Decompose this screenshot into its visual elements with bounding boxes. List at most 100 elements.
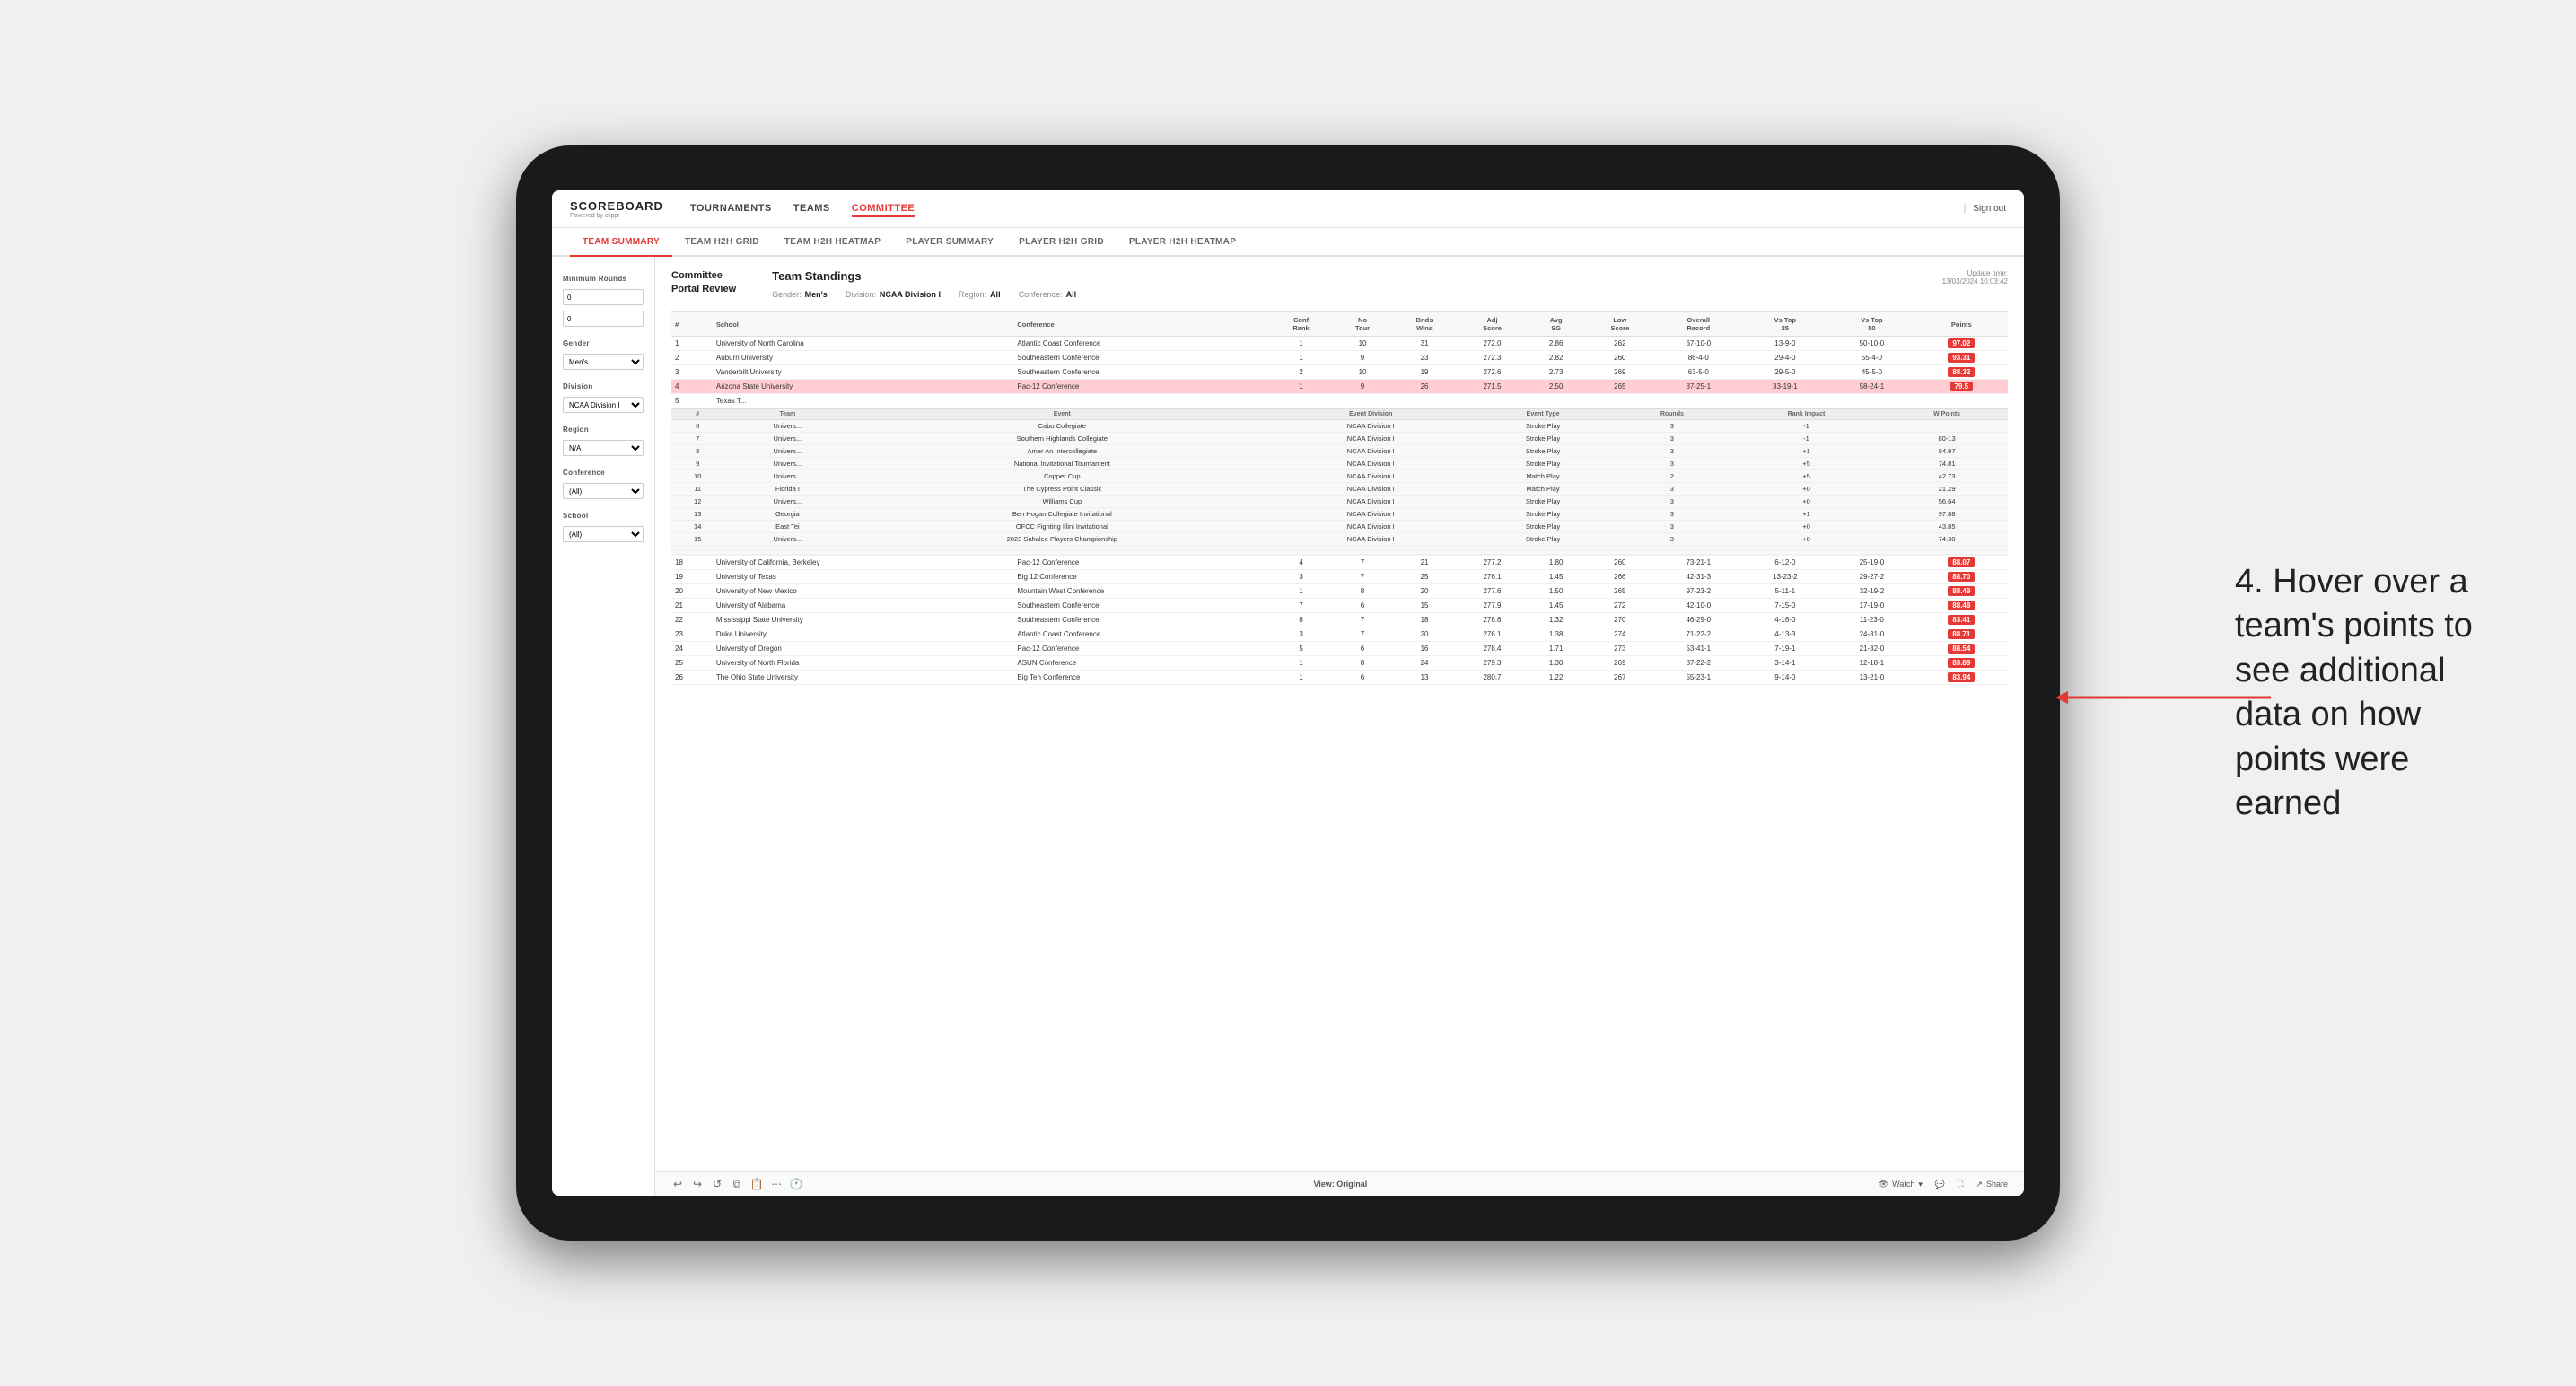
inner-row[interactable]: 12 Univers... Williams Cup NCAA Division…	[671, 496, 2008, 508]
filter-conference: Conference: All	[1019, 290, 1077, 299]
table-row[interactable]: 22 Mississippi State University Southeas…	[671, 613, 2008, 627]
nav-teams[interactable]: TEAMS	[793, 201, 830, 217]
inner-row[interactable]: 8 Univers... Amer An Intercollegiate NCA…	[671, 445, 2008, 458]
table-row[interactable]: 2 Auburn University Southeastern Confere…	[671, 351, 2008, 365]
comment-button[interactable]: 💬	[1935, 1180, 1945, 1189]
watch-button[interactable]: 👁 Watch ▾	[1879, 1180, 1923, 1189]
clock-icon[interactable]: 🕐	[790, 1178, 802, 1190]
tab-player-summary[interactable]: PLAYER SUMMARY	[893, 228, 1006, 257]
bottom-toolbar: ↩ ↪ ↺ ⧉ 📋 ⋯ 🕐 View: Original 👁 Watch ▾	[655, 1171, 2024, 1196]
col-avg-sg: AvgSG	[1528, 312, 1585, 337]
table-row[interactable]: 26 The Ohio State University Big Ten Con…	[671, 671, 2008, 685]
col-bnds-wins: BndsWins	[1392, 312, 1458, 337]
conference-label: Conference	[563, 469, 644, 477]
col-points: Points	[1915, 312, 2008, 337]
points-cell[interactable]: 97.02	[1915, 337, 2008, 351]
school-label: School	[563, 512, 644, 520]
col-low-score: LowScore	[1585, 312, 1655, 337]
toolbar-left: ↩ ↪ ↺ ⧉ 📋 ⋯ 🕐	[671, 1178, 802, 1190]
gender-select[interactable]: Men's Women's	[563, 354, 644, 370]
table-row[interactable]: 20 University of New Mexico Mountain Wes…	[671, 584, 2008, 599]
table-row[interactable]: 21 University of Alabama Southeastern Co…	[671, 599, 2008, 613]
refresh-icon[interactable]: ↺	[711, 1178, 723, 1190]
annotation-text: 4. Hover over a team's points to see add…	[2235, 560, 2504, 826]
table-row[interactable]: 23 Duke University Atlantic Coast Confer…	[671, 627, 2008, 642]
table-row[interactable]: 5 Texas T...	[671, 394, 2008, 408]
inner-row[interactable]: 13 Georgia Ben Hogan Collegiate Invitati…	[671, 508, 2008, 521]
inner-table-row: # Team Event Event Division Event Type R…	[671, 408, 2008, 556]
watch-label: Watch	[1892, 1180, 1914, 1189]
share-button[interactable]: ↗ Share	[1976, 1180, 2008, 1189]
table-row[interactable]: 25 University of North Florida ASUN Conf…	[671, 656, 2008, 671]
undo-icon[interactable]: ↩	[671, 1178, 684, 1190]
inner-row[interactable]: 14 East Tei OFCC Fighting Illini Invitat…	[671, 521, 2008, 533]
tab-team-h2h-heatmap[interactable]: TEAM H2H HEATMAP	[772, 228, 893, 257]
nav-committee[interactable]: COMMITTEE	[852, 201, 916, 217]
expand-button[interactable]: ⛶	[1958, 1180, 1963, 1189]
table-container[interactable]: # School Conference ConfRank NoTour Bnds…	[655, 311, 2024, 1171]
min-rounds-input-2[interactable]	[563, 311, 644, 327]
app-subtitle: Powered by clippi	[570, 213, 663, 219]
bnds-wins-cell: 31	[1392, 337, 1458, 351]
sign-out-button[interactable]: Sign out	[1973, 204, 2006, 214]
tab-player-h2h-heatmap[interactable]: PLAYER H2H HEATMAP	[1117, 228, 1249, 257]
tab-team-summary[interactable]: TEAM SUMMARY	[570, 228, 672, 257]
inner-row[interactable]: 11 Florida I The Cypress Point Classic N…	[671, 483, 2008, 496]
col-vs-top25: Vs Top25	[1742, 312, 1829, 337]
inner-row[interactable]: 10 Univers... Copper Cup NCAA Division I…	[671, 470, 2008, 483]
red-arrow-svg	[2055, 684, 2271, 711]
conference-cell: Atlantic Coast Conference	[1013, 337, 1268, 351]
inner-row[interactable]: 6 Univers... Cabo Collegiate NCAA Divisi…	[671, 420, 2008, 433]
table-row[interactable]: 24 University of Oregon Pac-12 Conferenc…	[671, 642, 2008, 656]
region-label: Region	[563, 425, 644, 434]
sidebar-region: Region N/A East West	[563, 425, 644, 456]
region-select[interactable]: N/A East West	[563, 440, 644, 456]
region-filter-value: All	[990, 290, 1001, 299]
sidebar-gender: Gender Men's Women's	[563, 339, 644, 370]
division-filter-value: NCAA Division I	[880, 290, 941, 299]
inner-row[interactable]: 7 Univers... Southern Highlands Collegia…	[671, 433, 2008, 445]
sidebar-conference: Conference (All)	[563, 469, 644, 499]
annotation: 4. Hover over a team's points to see add…	[2235, 560, 2504, 826]
copy-icon[interactable]: ⧉	[731, 1178, 743, 1190]
watch-chevron: ▾	[1918, 1180, 1923, 1189]
school-cell: University of North Carolina	[713, 337, 1014, 351]
table-row[interactable]: 1 University of North Carolina Atlantic …	[671, 337, 2008, 351]
conference-filter-value: All	[1066, 290, 1077, 299]
inner-row[interactable]: 9 Univers... National Invitational Tourn…	[671, 458, 2008, 470]
school-select[interactable]: (All)	[563, 526, 644, 542]
inner-table: # Team Event Event Division Event Type R…	[671, 408, 2008, 555]
portal-review-block: CommitteePortal Review	[671, 269, 736, 304]
more-icon[interactable]: ⋯	[770, 1178, 783, 1190]
eye-icon: 👁	[1879, 1180, 1888, 1189]
inner-row	[671, 550, 2008, 555]
redo-icon[interactable]: ↪	[691, 1178, 704, 1190]
inner-row[interactable]: 15 Univers... 2023 Sahalee Players Champ…	[671, 533, 2008, 546]
paste-icon[interactable]: 📋	[750, 1178, 763, 1190]
division-select[interactable]: NCAA Division I NCAA Division II NCAA Di…	[563, 397, 644, 413]
rank-cell: 1	[671, 337, 713, 351]
col-overall: OverallRecord	[1655, 312, 1742, 337]
table-row[interactable]: 19 University of Texas Big 12 Conference…	[671, 570, 2008, 584]
col-no-tour: NoTour	[1333, 312, 1391, 337]
tab-team-h2h-grid[interactable]: TEAM H2H GRID	[672, 228, 772, 257]
sidebar-division: Division NCAA Division I NCAA Division I…	[563, 382, 644, 413]
update-time: Update time:13/03/2024 10:03:42	[1942, 269, 2008, 285]
vs-top25-cell: 13-9-0	[1742, 337, 1829, 351]
conference-select[interactable]: (All)	[563, 483, 644, 499]
panel-header-left: CommitteePortal Review Team Standings Ge…	[671, 269, 1076, 304]
low-score-cell: 262	[1585, 337, 1655, 351]
view-original-button[interactable]: View: Original	[1313, 1180, 1367, 1189]
app-logo: SCOREBOARD Powered by clippi	[570, 199, 663, 219]
col-rank: #	[671, 312, 713, 337]
standings-title: Team Standings	[772, 269, 1076, 283]
main-content: Minimum Rounds Gender Men's Women's Divi…	[552, 257, 2024, 1196]
table-row[interactable]: 18 University of California, Berkeley Pa…	[671, 556, 2008, 570]
col-vs-top50: Vs Top50	[1828, 312, 1915, 337]
min-rounds-input[interactable]	[563, 289, 644, 305]
nav-tournaments[interactable]: TOURNAMENTS	[690, 201, 772, 217]
vs-top50-cell: 50-10-0	[1828, 337, 1915, 351]
tab-player-h2h-grid[interactable]: PLAYER H2H GRID	[1006, 228, 1117, 257]
table-row[interactable]: 3 Vanderbilt University Southeastern Con…	[671, 365, 2008, 380]
table-row-highlighted[interactable]: 4 Arizona State University Pac-12 Confer…	[671, 380, 2008, 394]
